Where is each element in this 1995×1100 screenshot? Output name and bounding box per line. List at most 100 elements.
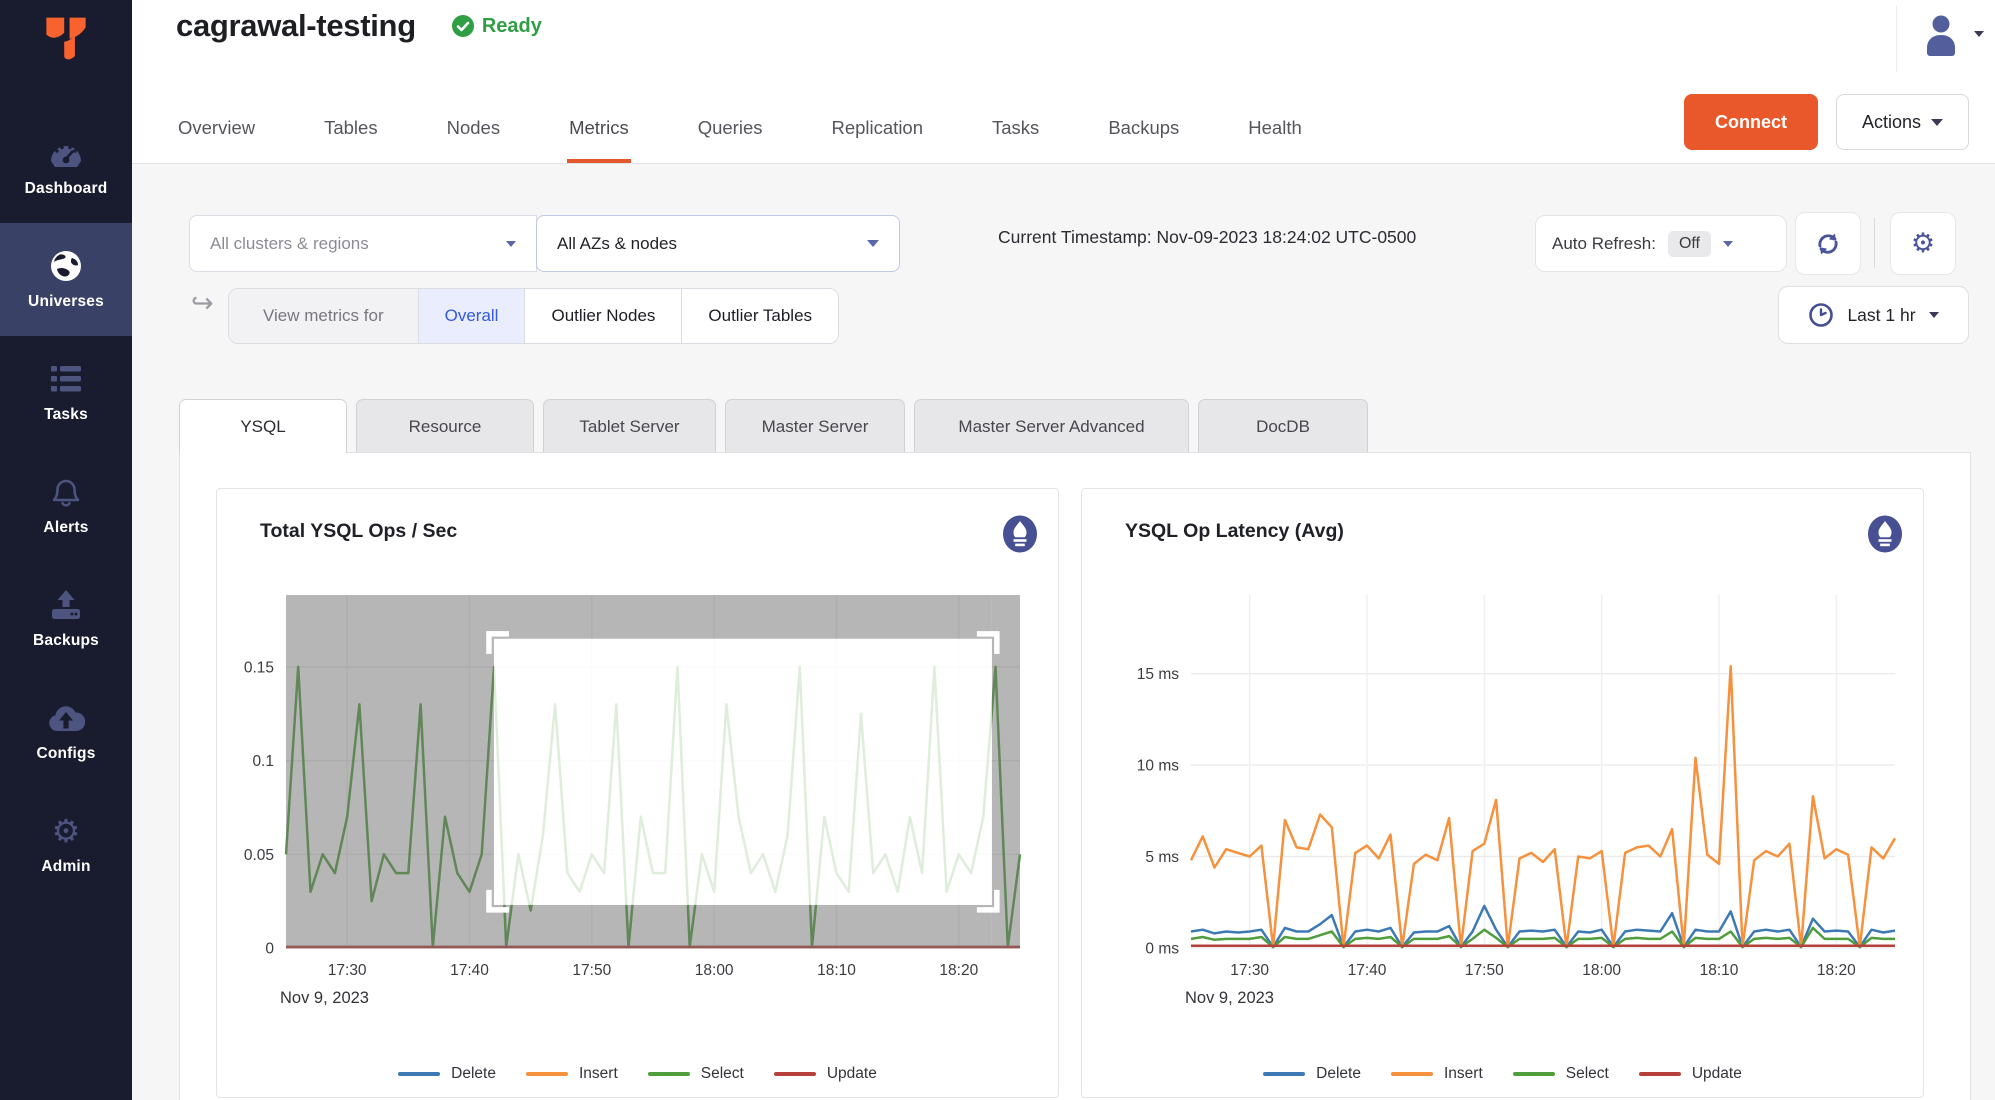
auto-refresh-control[interactable]: Auto Refresh: Off (1535, 215, 1787, 272)
svg-text:5 ms: 5 ms (1145, 849, 1179, 866)
metric-group-tabs: YSQLResourceTablet ServerMaster ServerMa… (179, 399, 1368, 453)
configs-icon (47, 700, 85, 736)
backups-icon (49, 587, 83, 623)
tab-nodes[interactable]: Nodes (445, 117, 502, 163)
azs-nodes-value: All AZs & nodes (557, 234, 677, 254)
legend-swatch (1391, 1072, 1433, 1076)
view-metrics-segmented: View metrics forOverallOutlier NodesOutl… (228, 288, 839, 344)
sidebar-item-label: Universes (28, 293, 104, 311)
view-scope-row: ↪ View metrics forOverallOutlier NodesOu… (132, 284, 1995, 354)
chart-plot-area[interactable]: 0 ms5 ms10 ms15 ms17:3017:4017:5018:0018… (1082, 557, 1925, 1017)
prometheus-link-button[interactable] (1867, 515, 1903, 556)
chevron-down-icon (1723, 241, 1733, 247)
metric-tab-master-server[interactable]: Master Server (725, 399, 905, 453)
svg-text:17:50: 17:50 (572, 962, 611, 979)
actions-label: Actions (1862, 112, 1921, 133)
app-root: Dashboard Universes Tasks Alerts Backups… (0, 0, 1995, 1100)
legend-item-select[interactable]: Select (648, 1065, 744, 1083)
legend-swatch (526, 1072, 568, 1076)
metric-tab-resource[interactable]: Resource (356, 399, 534, 453)
dashboard-icon (48, 135, 84, 171)
legend-item-update[interactable]: Update (774, 1065, 877, 1083)
sidebar-item-universes[interactable]: Universes (0, 223, 132, 336)
legend-item-insert[interactable]: Insert (526, 1065, 618, 1083)
clock-icon (1808, 302, 1834, 328)
metric-tab-tablet-server[interactable]: Tablet Server (543, 399, 716, 453)
metrics-panel: Total YSQL Ops / Sec 00.050.10.1517:3017… (179, 452, 1971, 1100)
user-avatar-icon (1920, 12, 1962, 56)
tab-metrics[interactable]: Metrics (567, 117, 631, 163)
tab-queries[interactable]: Queries (696, 117, 765, 163)
header-divider (1896, 6, 1897, 72)
metric-tab-docdb[interactable]: DocDB (1198, 399, 1368, 453)
view-option-overall[interactable]: Overall (419, 289, 526, 343)
svg-text:18:20: 18:20 (939, 962, 978, 979)
user-menu[interactable] (1920, 12, 1984, 56)
universes-icon (49, 248, 83, 284)
view-option-outlier-nodes[interactable]: Outlier Nodes (525, 289, 682, 343)
connect-button[interactable]: Connect (1684, 94, 1818, 150)
status-text: Ready (482, 15, 542, 38)
metric-tab-master-server-advanced[interactable]: Master Server Advanced (914, 399, 1189, 453)
tab-backups[interactable]: Backups (1106, 117, 1181, 163)
tab-health[interactable]: Health (1246, 117, 1303, 163)
svg-text:17:50: 17:50 (1465, 962, 1504, 979)
chevron-down-icon (1929, 312, 1939, 318)
svg-text:17:40: 17:40 (1348, 962, 1387, 979)
actions-button[interactable]: Actions (1836, 94, 1969, 150)
tab-tables[interactable]: Tables (322, 117, 379, 163)
legend-item-select[interactable]: Select (1513, 1065, 1609, 1083)
tab-tasks[interactable]: Tasks (990, 117, 1041, 163)
legend-item-delete[interactable]: Delete (398, 1065, 496, 1083)
legend-swatch (1263, 1072, 1305, 1076)
sidebar-item-configs[interactable]: Configs (0, 675, 132, 788)
azs-nodes-select[interactable]: All AZs & nodes (536, 215, 900, 272)
alerts-icon (49, 474, 83, 510)
view-option-outlier-tables[interactable]: Outlier Tables (682, 289, 838, 343)
time-range-select[interactable]: Last 1 hr (1778, 286, 1969, 344)
settings-button[interactable]: ⚙ (1890, 212, 1956, 275)
legend-label: Insert (579, 1065, 618, 1083)
clusters-regions-select[interactable]: All clusters & regions (189, 215, 537, 272)
sidebar-item-label: Backups (33, 632, 99, 650)
legend-label: Delete (1316, 1065, 1361, 1083)
metrics-content: All clusters & regions All AZs & nodes C… (132, 164, 1995, 1100)
filters-row: All clusters & regions All AZs & nodes C… (132, 164, 1995, 284)
legend-label: Select (1566, 1065, 1609, 1083)
tab-replication[interactable]: Replication (829, 117, 925, 163)
svg-text:18:20: 18:20 (1817, 962, 1856, 979)
refresh-button[interactable] (1795, 212, 1861, 275)
status-badge: Ready (452, 15, 542, 38)
sidebar-item-dashboard[interactable]: Dashboard (0, 110, 132, 223)
svg-text:0.05: 0.05 (244, 847, 274, 864)
svg-text:17:30: 17:30 (1230, 962, 1269, 979)
legend-item-update[interactable]: Update (1639, 1065, 1742, 1083)
sidebar-item-alerts[interactable]: Alerts (0, 449, 132, 562)
chart-card-ysql-ops: Total YSQL Ops / Sec 00.050.10.1517:3017… (216, 488, 1059, 1098)
check-circle-icon (452, 15, 474, 37)
legend-item-delete[interactable]: Delete (1263, 1065, 1361, 1083)
legend-label: Update (1692, 1065, 1742, 1083)
prometheus-link-button[interactable] (1002, 515, 1038, 556)
legend-item-insert[interactable]: Insert (1391, 1065, 1483, 1083)
yugabyte-logo[interactable] (0, 0, 132, 66)
legend-label: Update (827, 1065, 877, 1083)
sidebar-item-admin[interactable]: ⚙ Admin (0, 788, 132, 901)
legend-swatch (774, 1072, 816, 1076)
sidebar-item-tasks[interactable]: Tasks (0, 336, 132, 449)
metric-tab-ysql[interactable]: YSQL (179, 399, 347, 453)
legend-swatch (398, 1072, 440, 1076)
svg-text:0.15: 0.15 (244, 659, 274, 676)
view-metrics-label: View metrics for (229, 289, 419, 343)
redirect-arrow-icon: ↪ (191, 288, 214, 319)
sidebar-item-backups[interactable]: Backups (0, 562, 132, 675)
svg-text:Nov 9, 2023: Nov 9, 2023 (1185, 989, 1274, 1007)
chart-plot-area[interactable]: 00.050.10.1517:3017:4017:5018:0018:1018:… (217, 557, 1060, 1017)
legend-swatch (1513, 1072, 1555, 1076)
chevron-down-icon (1931, 119, 1943, 126)
sidebar-item-label: Dashboard (25, 180, 108, 198)
svg-text:15 ms: 15 ms (1137, 666, 1179, 683)
tasks-icon (49, 361, 83, 397)
chevron-down-icon (867, 240, 879, 247)
tab-overview[interactable]: Overview (176, 117, 257, 163)
